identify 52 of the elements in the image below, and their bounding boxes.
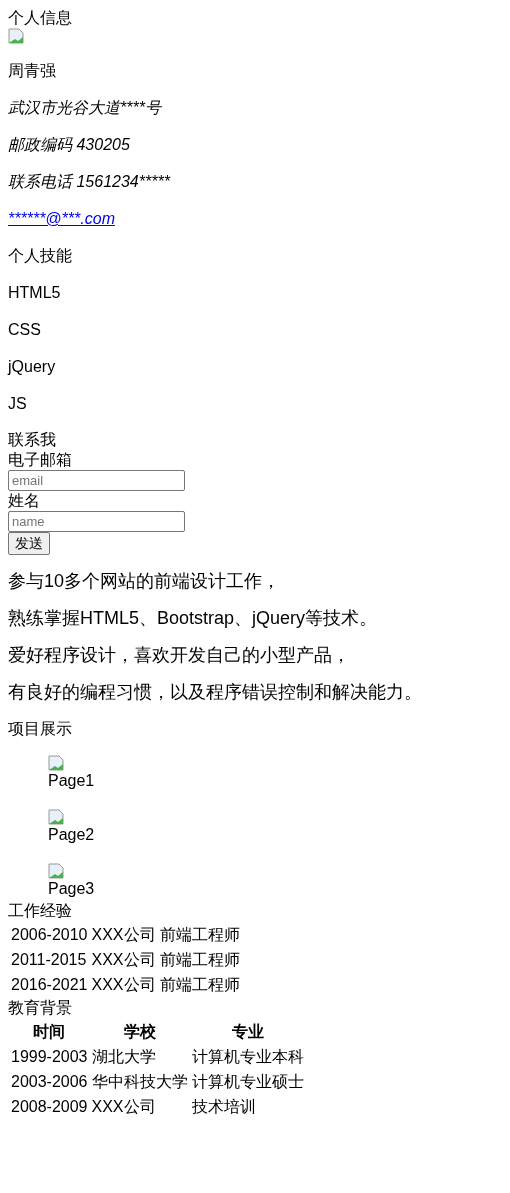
table-cell-text: 2008-2009 bbox=[10, 1097, 89, 1117]
skill-text: CSS bbox=[8, 320, 42, 340]
section-heading: 个人信息 bbox=[8, 8, 73, 28]
table-cell-text: XXX公司 bbox=[90, 950, 157, 970]
postcode-text: 邮政编码 430205 bbox=[8, 135, 131, 155]
summary-text: 熟练掌握HTML5、Bootstrap、jQuery等技术。 bbox=[8, 608, 379, 629]
field-label: 姓名 bbox=[8, 491, 41, 511]
table-cell-text: 2016-2021 bbox=[10, 975, 89, 995]
table-cell-text: 2006-2010 bbox=[10, 925, 89, 945]
email-link[interactable]: ******@***.com bbox=[8, 210, 115, 227]
table-cell-text: 计算机专业本科 bbox=[190, 1047, 305, 1067]
project-caption: Page3 bbox=[48, 879, 96, 899]
section-heading: 工作经验 bbox=[8, 901, 73, 921]
summary-text: 参与10多个网站的前端设计工作， bbox=[8, 571, 282, 592]
summary-text: 爱好程序设计，喜欢开发自己的小型产品， bbox=[8, 645, 351, 666]
table-cell-text: 华中科技大学 bbox=[90, 1072, 189, 1092]
input-field[interactable]: name bbox=[8, 511, 185, 532]
column-header: 学校 bbox=[122, 1022, 157, 1042]
send-button[interactable]: 发送 bbox=[8, 532, 50, 555]
broken-image-icon bbox=[48, 863, 64, 879]
table-cell-text: 前端工程师 bbox=[158, 950, 241, 970]
table-cell-text: 技术培训 bbox=[190, 1097, 257, 1117]
table-cell-text: 前端工程师 bbox=[158, 975, 241, 995]
table-cell-text: 前端工程师 bbox=[158, 925, 241, 945]
table-cell-text: 2011-2015 bbox=[10, 950, 88, 970]
section-heading: 联系我 bbox=[8, 430, 57, 450]
address-text: 武汉市光谷大道****号 bbox=[8, 98, 163, 118]
skill-text: JS bbox=[8, 394, 28, 414]
broken-image-icon bbox=[8, 28, 24, 44]
table-cell-text: 1999-2003 bbox=[10, 1047, 89, 1067]
table-cell-text: 2003-2006 bbox=[10, 1072, 89, 1092]
summary-text: 有良好的编程习惯，以及程序错误控制和解决能力。 bbox=[8, 682, 423, 703]
skill-text: jQuery bbox=[8, 357, 57, 377]
section-heading: 项目展示 bbox=[8, 719, 73, 739]
column-header: 专业 bbox=[230, 1022, 265, 1042]
input-field[interactable]: email bbox=[8, 470, 185, 491]
table-cell-text: XXX公司 bbox=[90, 975, 157, 995]
column-header: 时间 bbox=[32, 1022, 67, 1042]
table-cell-text: 湖北大学 bbox=[90, 1047, 157, 1067]
broken-image-icon bbox=[48, 755, 64, 771]
project-caption: Page1 bbox=[48, 771, 96, 791]
field-label: 电子邮箱 bbox=[8, 450, 73, 470]
table-cell-text: 计算机专业硕士 bbox=[190, 1072, 305, 1092]
broken-image-icon bbox=[48, 809, 64, 825]
person-name: 周青强 bbox=[8, 61, 57, 81]
section-heading: 教育背景 bbox=[8, 998, 73, 1018]
table-cell-text: XXX公司 bbox=[90, 925, 157, 945]
skill-text: HTML5 bbox=[8, 283, 62, 303]
project-caption: Page2 bbox=[48, 825, 96, 845]
section-heading: 个人技能 bbox=[8, 246, 73, 266]
table-cell-text: XXX公司 bbox=[90, 1097, 157, 1117]
phone-text: 联系电话 1561234***** bbox=[8, 172, 172, 192]
